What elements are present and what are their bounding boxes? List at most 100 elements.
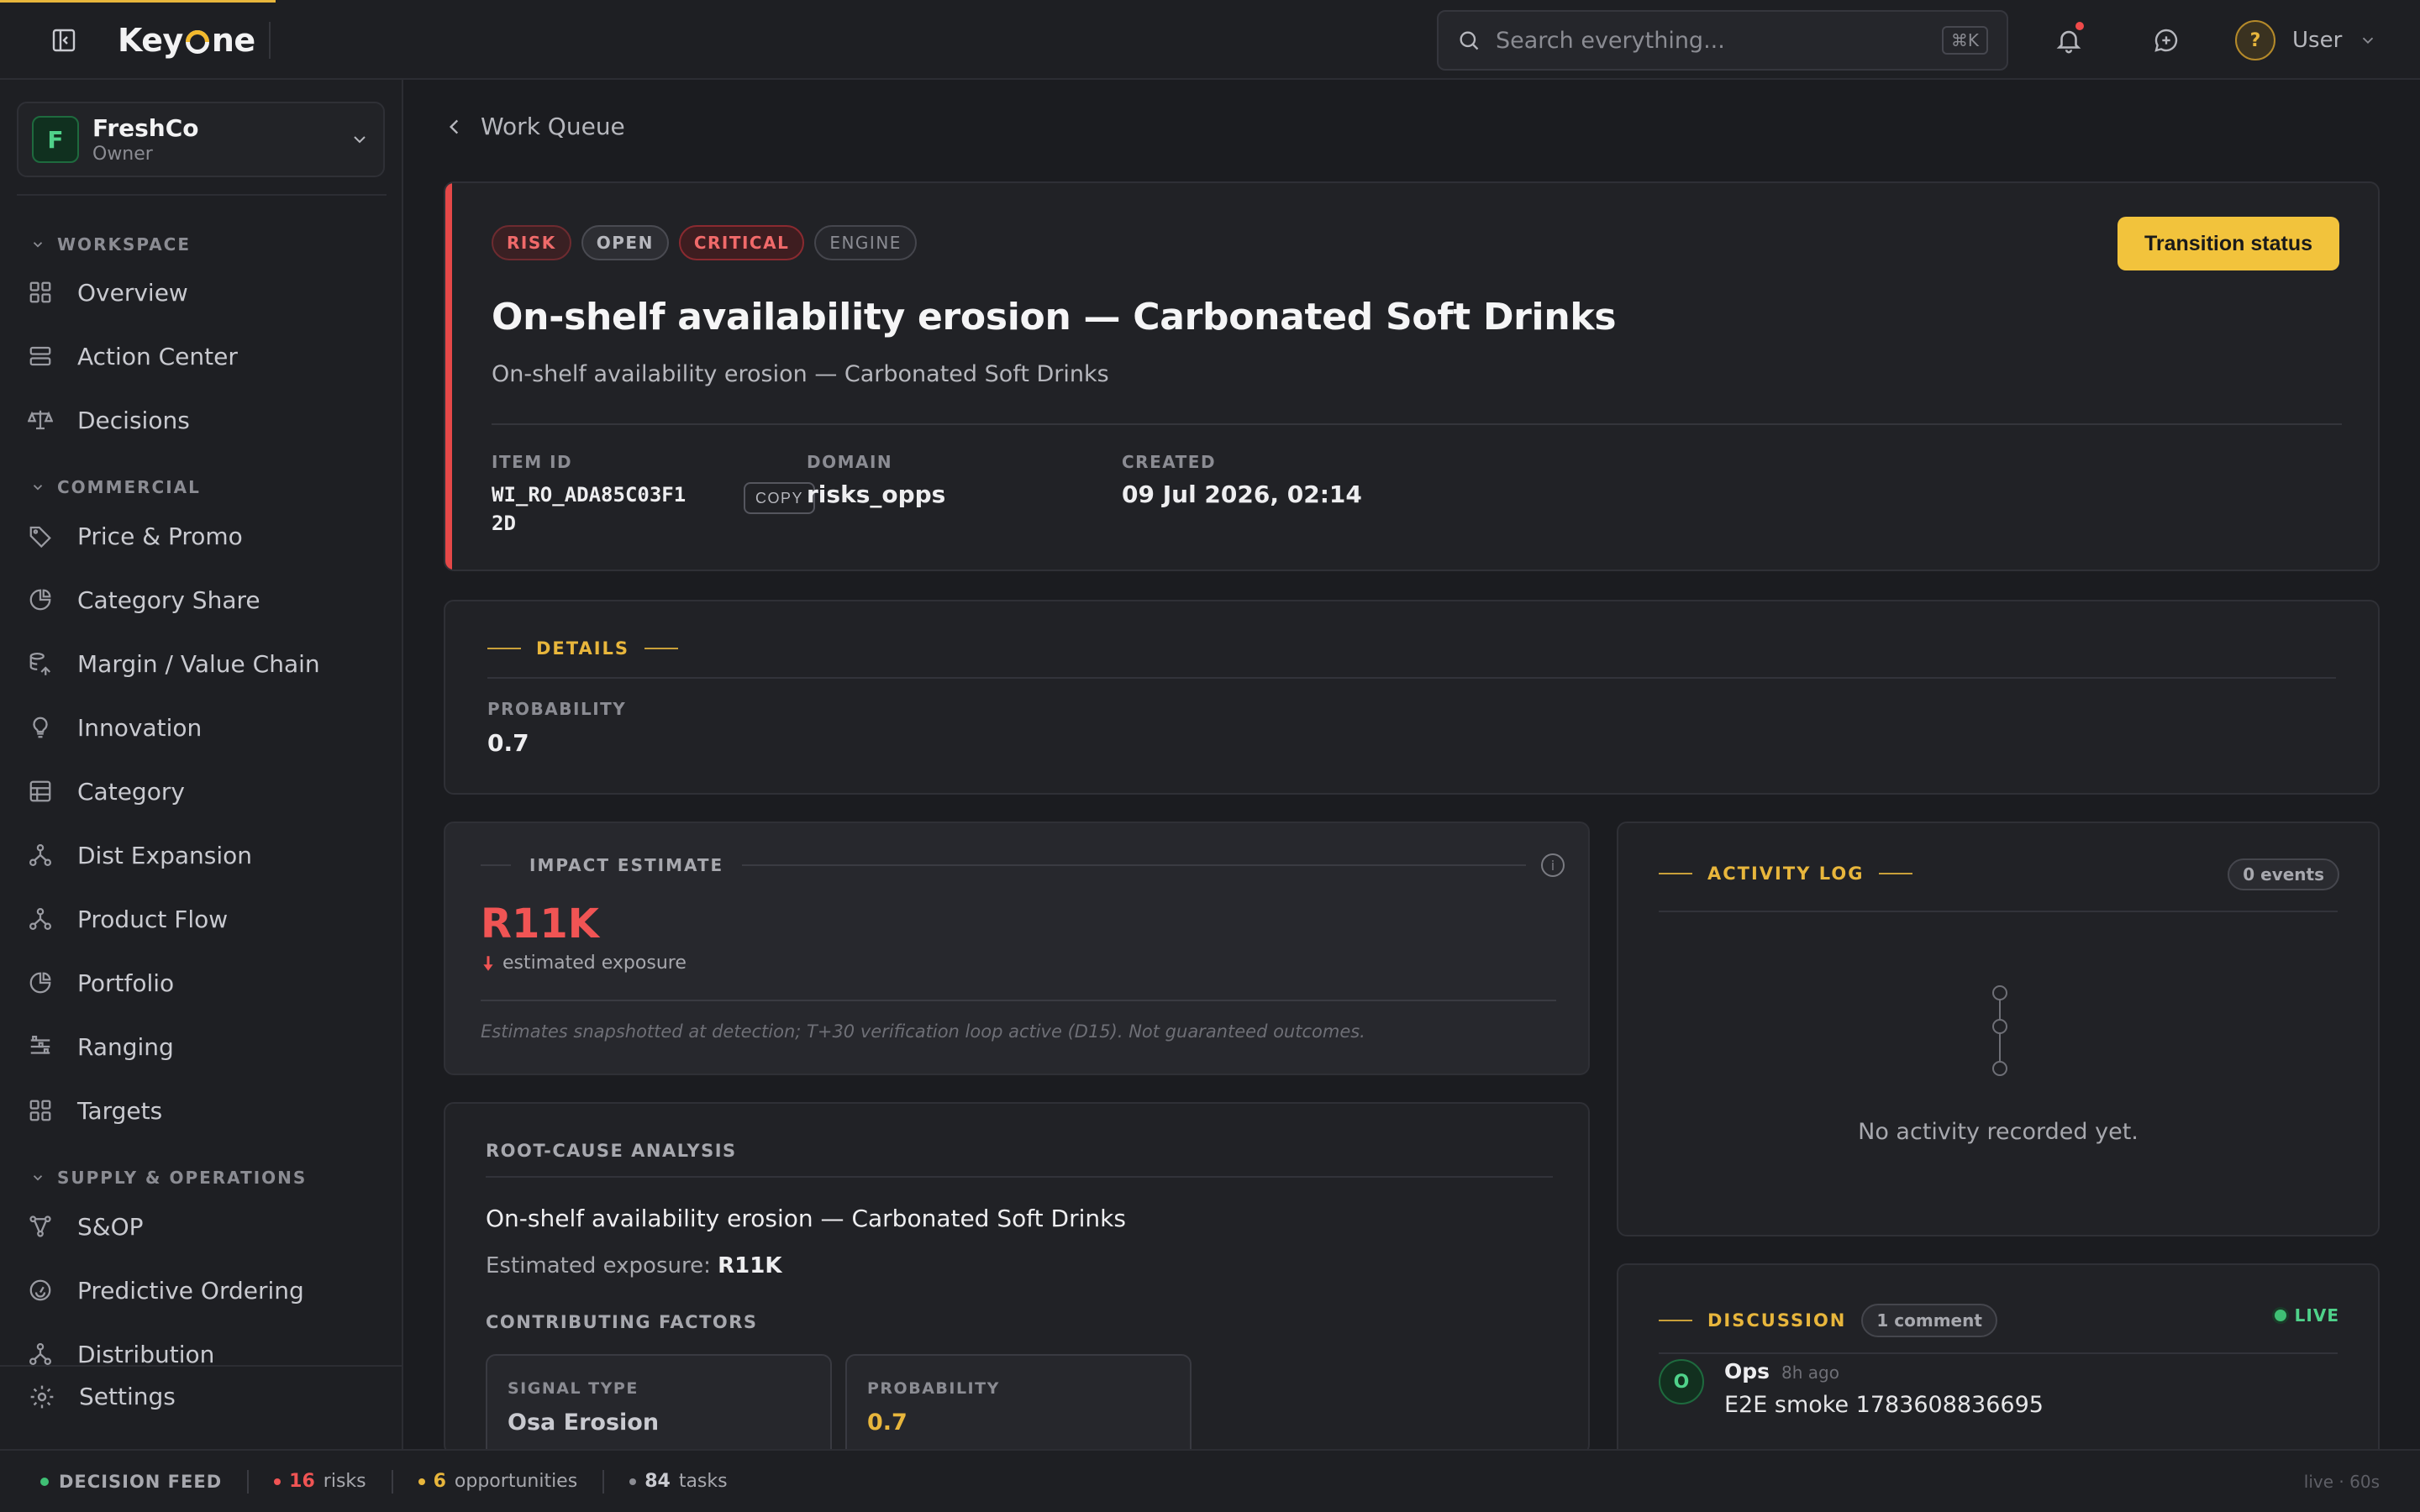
chat-icon <box>2154 29 2178 52</box>
back-label: Work Queue <box>481 113 625 140</box>
sidebar-item-predictive-ordering[interactable]: Predictive Ordering <box>25 1265 378 1315</box>
status-badge: OPEN <box>581 225 669 260</box>
discussion-title: DISCUSSION <box>1707 1310 1847 1331</box>
sidebar-item-category[interactable]: Category <box>25 766 378 816</box>
sidebar-item-label: Dist Expansion <box>77 841 252 869</box>
sidebar-item-sop[interactable]: S&OP <box>25 1201 378 1252</box>
notifications-button[interactable] <box>2050 22 2087 59</box>
top-bar: Key ne Search everything... ⌘K ? User <box>0 0 2420 80</box>
info-icon[interactable]: i <box>1541 853 1565 877</box>
transition-status-button[interactable]: Transition status <box>2117 217 2339 270</box>
sidebar-item-action-center[interactable]: Action Center <box>25 331 378 381</box>
scale-icon <box>25 405 55 435</box>
factor-value: 0.7 <box>867 1410 908 1436</box>
sidebar-item-price-promo[interactable]: Price & Promo <box>25 511 378 561</box>
chevron-down-icon <box>2363 37 2374 45</box>
loading-progress-bar <box>0 0 276 3</box>
feedback-button[interactable] <box>2148 22 2185 59</box>
sidebar-item-label: Category <box>77 777 185 806</box>
sidebar-item-margin-value-chain[interactable]: Margin / Value Chain <box>25 638 378 689</box>
sidebar-item-label: Innovation <box>77 713 203 742</box>
sidebar-divider <box>17 194 387 196</box>
sidebar-item-settings[interactable]: Settings <box>29 1383 176 1410</box>
sidebar-item-targets[interactable]: Targets <box>25 1085 378 1136</box>
sidebar-item-label: S&OP <box>77 1212 144 1241</box>
discussion-card: DISCUSSION 1 comment LIVE O Ops 8h ago E… <box>1617 1263 2380 1465</box>
tag-icon <box>25 521 55 551</box>
search-shortcut-badge: ⌘K <box>1941 26 1988 55</box>
opportunities-count: 6 <box>433 1471 446 1492</box>
stack-icon <box>25 341 55 371</box>
domain-value: risks_opps <box>807 480 946 508</box>
comment-item: O Ops 8h ago E2E smoke 1783608836695 <box>1659 1359 2044 1418</box>
activity-empty-state: No activity recorded yet. <box>1858 1119 2139 1145</box>
sidebar-item-product-flow[interactable]: Product Flow <box>25 894 378 944</box>
logo-divider <box>269 22 271 59</box>
chevron-down-icon <box>354 136 366 144</box>
nav-section-label: SUPPLY & OPERATIONS <box>57 1168 308 1188</box>
header-divider <box>492 423 2342 425</box>
factor-card: SIGNAL TYPE Osa Erosion <box>486 1354 832 1453</box>
activity-log-card: ACTIVITY LOG 0 events No activity record… <box>1617 822 2380 1236</box>
back-to-work-queue-link[interactable]: Work Queue <box>444 113 625 140</box>
nav-section-commercial[interactable]: COMMERCIAL <box>30 477 201 497</box>
created-label: CREATED <box>1122 452 1217 472</box>
factor-label: PROBABILITY <box>867 1379 1000 1398</box>
opportunities-counter[interactable]: 6 opportunities <box>418 1471 577 1492</box>
factor-card: PROBABILITY 0.7 <box>845 1354 1192 1453</box>
org-avatar: F <box>32 116 79 163</box>
logo-text-end: ne <box>211 22 255 59</box>
risk-dot <box>274 1478 281 1485</box>
nav-section-workspace[interactable]: WORKSPACE <box>30 234 191 255</box>
sidebar-item-label: Settings <box>79 1383 176 1410</box>
org-switcher[interactable]: F FreshCo Owner <box>17 102 385 177</box>
sidebar-toggle-button[interactable] <box>49 25 79 55</box>
tasks-counter[interactable]: 84 tasks <box>629 1471 728 1492</box>
sidebar-item-overview[interactable]: Overview <box>25 267 378 318</box>
sidebar-item-distribution[interactable]: Distribution <box>25 1329 378 1379</box>
rca-exposure-value: R11K <box>718 1253 782 1278</box>
impact-caption: estimated exposure <box>502 953 687 974</box>
chain-icon <box>25 648 55 679</box>
app-logo[interactable]: Key ne <box>118 20 255 60</box>
rca-title: ROOT-CAUSE ANALYSIS <box>486 1141 737 1161</box>
sidebar-item-category-share[interactable]: Category Share <box>25 575 378 625</box>
org-role: Owner <box>92 144 153 165</box>
risks-count: 16 <box>289 1471 315 1492</box>
sidebar-item-label: Predictive Ordering <box>77 1276 304 1305</box>
global-search[interactable]: Search everything... ⌘K <box>1437 10 2008 71</box>
user-menu[interactable]: ? User <box>2235 18 2377 62</box>
item-id-label: ITEM ID <box>492 452 573 472</box>
impact-caption-row: estimated exposure <box>481 953 687 974</box>
activity-header: ACTIVITY LOG <box>1659 864 1913 884</box>
sidebar-item-decisions[interactable]: Decisions <box>25 395 378 445</box>
discussion-header: DISCUSSION 1 comment <box>1659 1304 1997 1337</box>
comments-count-badge: 1 comment <box>1861 1304 1997 1337</box>
copy-id-button[interactable]: COPY <box>744 482 816 514</box>
created-field: CREATED 09 Jul 2026, 02:14 <box>1122 452 1362 508</box>
rca-exposure: Estimated exposure: R11K <box>486 1253 781 1278</box>
live-dot <box>2274 1310 2286 1321</box>
search-icon <box>1460 31 1479 50</box>
logo-o-icon <box>185 29 210 55</box>
details-header: DETAILS <box>487 638 679 659</box>
sidebar-item-portfolio[interactable]: Portfolio <box>25 958 378 1008</box>
task-dot <box>629 1478 637 1485</box>
sidebar-toggle-icon <box>52 29 76 52</box>
sidebar-item-ranging[interactable]: Ranging <box>25 1021 378 1072</box>
nav-section-supply-operations[interactable]: SUPPLY & OPERATIONS <box>30 1168 307 1188</box>
probability-label: PROBABILITY <box>487 699 627 719</box>
gear-icon <box>30 1385 54 1408</box>
nav-section-label: COMMERCIAL <box>57 477 201 497</box>
risks-counter[interactable]: 16 risks <box>274 1471 366 1492</box>
details-card: DETAILS PROBABILITY 0.7 <box>444 600 2380 795</box>
sidebar-item-dist-expansion[interactable]: Dist Expansion <box>25 830 378 880</box>
refresh-interval: live · 60s <box>2303 1471 2380 1492</box>
search-placeholder[interactable]: Search everything... <box>1496 28 1942 54</box>
activity-title: ACTIVITY LOG <box>1707 864 1865 884</box>
notification-dot <box>2075 22 2084 30</box>
nav-section-label: WORKSPACE <box>57 234 192 255</box>
sidebar-item-innovation[interactable]: Innovation <box>25 702 378 753</box>
severity-badge: CRITICAL <box>678 225 805 260</box>
chevron-left-icon <box>449 119 459 134</box>
